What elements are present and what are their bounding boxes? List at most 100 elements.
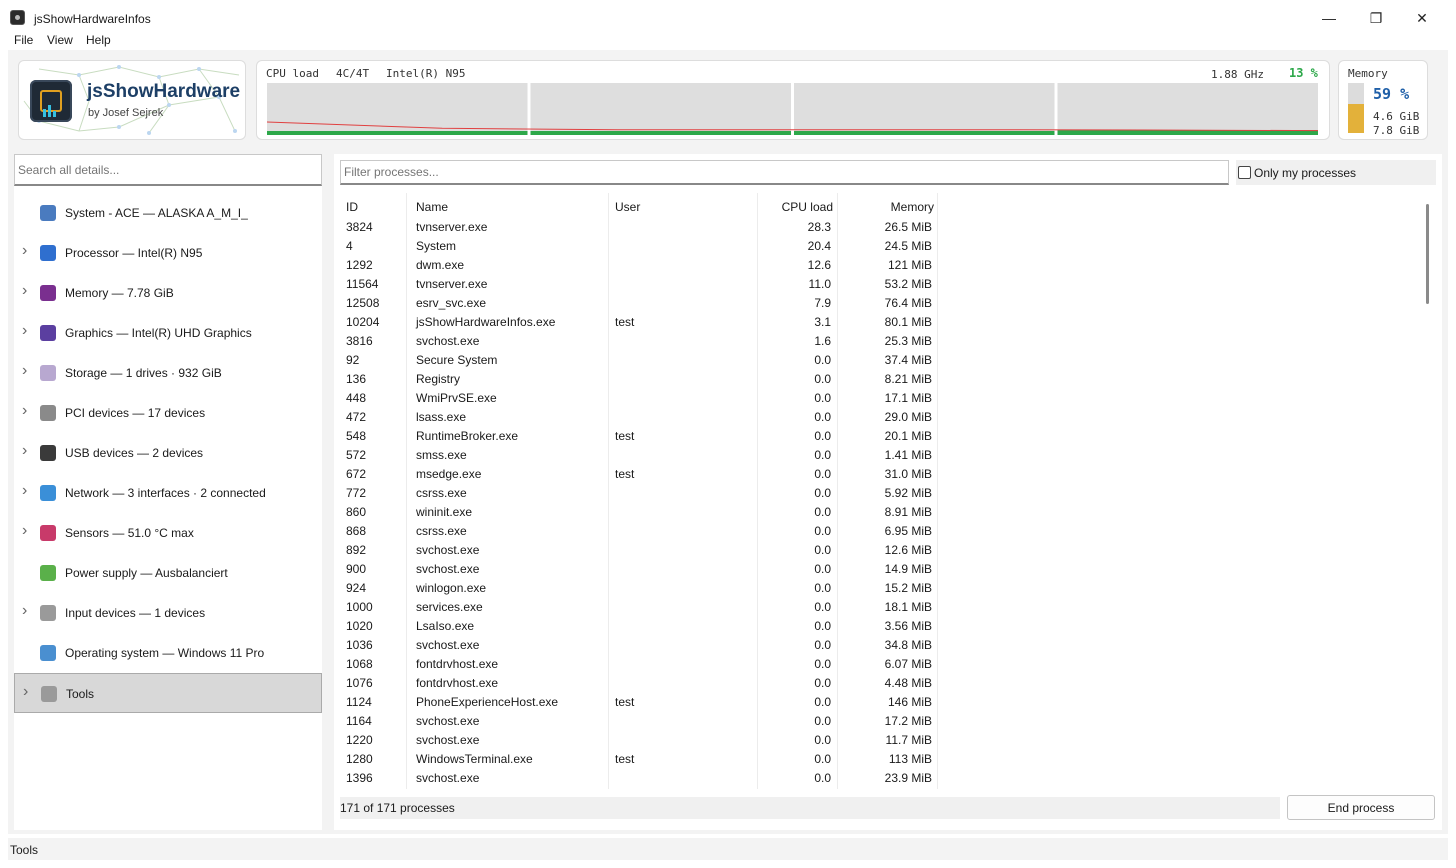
table-row[interactable]: 1020 LsaIso.exe 0.0 3.56 MiB: [340, 616, 940, 635]
chevron-right-icon[interactable]: ›: [22, 282, 27, 300]
table-row[interactable]: 772 csrss.exe 0.0 5.92 MiB: [340, 483, 940, 502]
chevron-right-icon[interactable]: ›: [22, 242, 27, 260]
cell-id: 572: [346, 448, 367, 462]
chevron-right-icon[interactable]: ›: [22, 402, 27, 420]
tree-item-label: Storage — 1 drives · 932 GiB: [65, 366, 222, 380]
table-row[interactable]: 860 wininit.exe 0.0 8.91 MiB: [340, 502, 940, 521]
table-row[interactable]: 1292 dwm.exe 12.6 121 MiB: [340, 255, 940, 274]
table-row[interactable]: 924 winlogon.exe 0.0 15.2 MiB: [340, 578, 940, 597]
tree-item-pci-card[interactable]: › PCI devices — 17 devices: [14, 393, 322, 433]
table-row[interactable]: 868 csrss.exe 0.0 6.95 MiB: [340, 521, 940, 540]
cell-cpu-load: 0.0: [814, 771, 831, 785]
table-row[interactable]: 10204 jsShowHardwareInfos.exe test 3.1 80.1 …: [340, 312, 940, 331]
cell-cpu-load: 7.9: [814, 296, 831, 310]
tree-item-label: Graphics — Intel(R) UHD Graphics: [65, 326, 252, 340]
scrollbar-thumb[interactable]: [1426, 204, 1429, 304]
filter-processes-input[interactable]: [340, 160, 1229, 185]
table-row[interactable]: 1396 svchost.exe 0.0 23.9 MiB: [340, 768, 940, 787]
chevron-right-icon[interactable]: ›: [22, 442, 27, 460]
tree-item-label: Input devices — 1 devices: [65, 606, 206, 620]
table-row[interactable]: 3824 tvnserver.exe 28.3 26.5 MiB: [340, 217, 940, 236]
only-my-processes-checkbox[interactable]: [1238, 166, 1251, 179]
cell-memory: 11.7 MiB: [885, 733, 932, 747]
chevron-right-icon[interactable]: ›: [23, 683, 28, 701]
table-row[interactable]: 4 System 20.4 24.5 MiB: [340, 236, 940, 255]
table-row[interactable]: 12508 esrv_svc.exe 7.9 76.4 MiB: [340, 293, 940, 312]
process-scrollbar[interactable]: [1426, 204, 1429, 794]
table-row[interactable]: 11564 tvnserver.exe 11.0 53.2 MiB: [340, 274, 940, 293]
app-name: jsShowHardware: [87, 81, 241, 102]
table-row[interactable]: 1280 WindowsTerminal.exe test 0.0 113 MiB: [340, 749, 940, 768]
chevron-right-icon[interactable]: ›: [22, 482, 27, 500]
minimize-button[interactable]: —: [1306, 4, 1352, 32]
table-row[interactable]: 572 smss.exe 0.0 1.41 MiB: [340, 445, 940, 464]
cell-user: test: [615, 467, 635, 481]
table-row[interactable]: 92 Secure System 0.0 37.4 MiB: [340, 350, 940, 369]
pci-card-icon: [40, 405, 56, 421]
column-header-memory[interactable]: Memory: [840, 200, 934, 214]
tree-item-battery[interactable]: Power supply — Ausbalanciert: [14, 553, 322, 593]
menu-file[interactable]: File: [14, 33, 33, 47]
floppy-icon: [40, 285, 56, 301]
table-row[interactable]: 548 RuntimeBroker.exe test 0.0 20.1 MiB: [340, 426, 940, 445]
table-row[interactable]: 1000 services.exe 0.0 18.1 MiB: [340, 597, 940, 616]
memory-usage-bar: [1348, 83, 1364, 133]
tree-item-usb-plug[interactable]: › USB devices — 2 devices: [14, 433, 322, 473]
chevron-right-icon[interactable]: ›: [22, 522, 27, 540]
usb-plug-icon: [40, 445, 56, 461]
tree-item-wrench[interactable]: › Tools: [14, 673, 322, 713]
cell-name: smss.exe: [416, 448, 467, 462]
column-header-id[interactable]: ID: [346, 200, 358, 214]
cell-cpu-load: 28.3: [807, 220, 831, 234]
column-header-name[interactable]: Name: [416, 200, 448, 214]
search-all-input[interactable]: [14, 154, 322, 186]
menu-view[interactable]: View: [47, 33, 73, 47]
table-row[interactable]: 1220 svchost.exe 0.0 11.7 MiB: [340, 730, 940, 749]
cell-name: msedge.exe: [416, 467, 482, 481]
tree-item-keyboard[interactable]: › Input devices — 1 devices: [14, 593, 322, 633]
tree-item-disc[interactable]: › Storage — 1 drives · 932 GiB: [14, 353, 322, 393]
menu-help[interactable]: Help: [86, 33, 111, 47]
cell-id: 3824: [346, 220, 373, 234]
tree-item-building[interactable]: System - ACE — ALASKA A_M_I_: [14, 193, 322, 233]
table-row[interactable]: 672 msedge.exe test 0.0 31.0 MiB: [340, 464, 940, 483]
table-row[interactable]: 900 svchost.exe 0.0 14.9 MiB: [340, 559, 940, 578]
cell-cpu-load: 0.0: [814, 410, 831, 424]
table-row[interactable]: 1124 PhoneExperienceHost.exe test 0.0 146 Mi…: [340, 692, 940, 711]
tree-item-gamepad[interactable]: › Graphics — Intel(R) UHD Graphics: [14, 313, 322, 353]
chevron-right-icon[interactable]: ›: [22, 362, 27, 380]
close-button[interactable]: ✕: [1399, 4, 1445, 32]
cell-cpu-load: 0.0: [814, 524, 831, 538]
chevron-right-icon[interactable]: ›: [22, 322, 27, 340]
table-row[interactable]: 1076 fontdrvhost.exe 0.0 4.48 MiB: [340, 673, 940, 692]
cell-id: 868: [346, 524, 367, 538]
column-header-user[interactable]: User: [615, 200, 640, 214]
memory-usage-fill: [1348, 103, 1364, 133]
cpu-core-panel: [1057, 83, 1318, 135]
tree-item-thermometer[interactable]: › Sensors — 51.0 °C max: [14, 513, 322, 553]
table-row[interactable]: 472 lsass.exe 0.0 29.0 MiB: [340, 407, 940, 426]
table-row[interactable]: 448 WmiPrvSE.exe 0.0 17.1 MiB: [340, 388, 940, 407]
chevron-right-icon[interactable]: ›: [22, 602, 27, 620]
cell-id: 4: [346, 239, 353, 253]
table-row[interactable]: 1036 svchost.exe 0.0 34.8 MiB: [340, 635, 940, 654]
tree-item-cpu[interactable]: › Processor — Intel(R) N95: [14, 233, 322, 273]
end-process-button[interactable]: End process: [1287, 795, 1435, 820]
only-my-processes-toggle[interactable]: Only my processes: [1236, 160, 1436, 185]
tree-item-globe[interactable]: › Network — 3 interfaces · 2 connected: [14, 473, 322, 513]
maximize-button[interactable]: ❐: [1353, 4, 1399, 32]
tree-item-monitor[interactable]: Operating system — Windows 11 Pro: [14, 633, 322, 673]
table-row[interactable]: 3816 svchost.exe 1.6 25.3 MiB: [340, 331, 940, 350]
column-header-cpu-load[interactable]: CPU load: [760, 200, 833, 214]
tree-item-floppy[interactable]: › Memory — 7.78 GiB: [14, 273, 322, 313]
cell-id: 1280: [346, 752, 373, 766]
cell-id: 860: [346, 505, 367, 519]
table-row[interactable]: 892 svchost.exe 0.0 12.6 MiB: [340, 540, 940, 559]
table-row[interactable]: 1164 svchost.exe 0.0 17.2 MiB: [340, 711, 940, 730]
cell-id: 1076: [346, 676, 373, 690]
cell-user: test: [615, 429, 635, 443]
table-row[interactable]: 136 Registry 0.0 8.21 MiB: [340, 369, 940, 388]
cell-id: 1220: [346, 733, 373, 747]
cell-memory: 37.4 MiB: [884, 353, 932, 367]
table-row[interactable]: 1068 fontdrvhost.exe 0.0 6.07 MiB: [340, 654, 940, 673]
